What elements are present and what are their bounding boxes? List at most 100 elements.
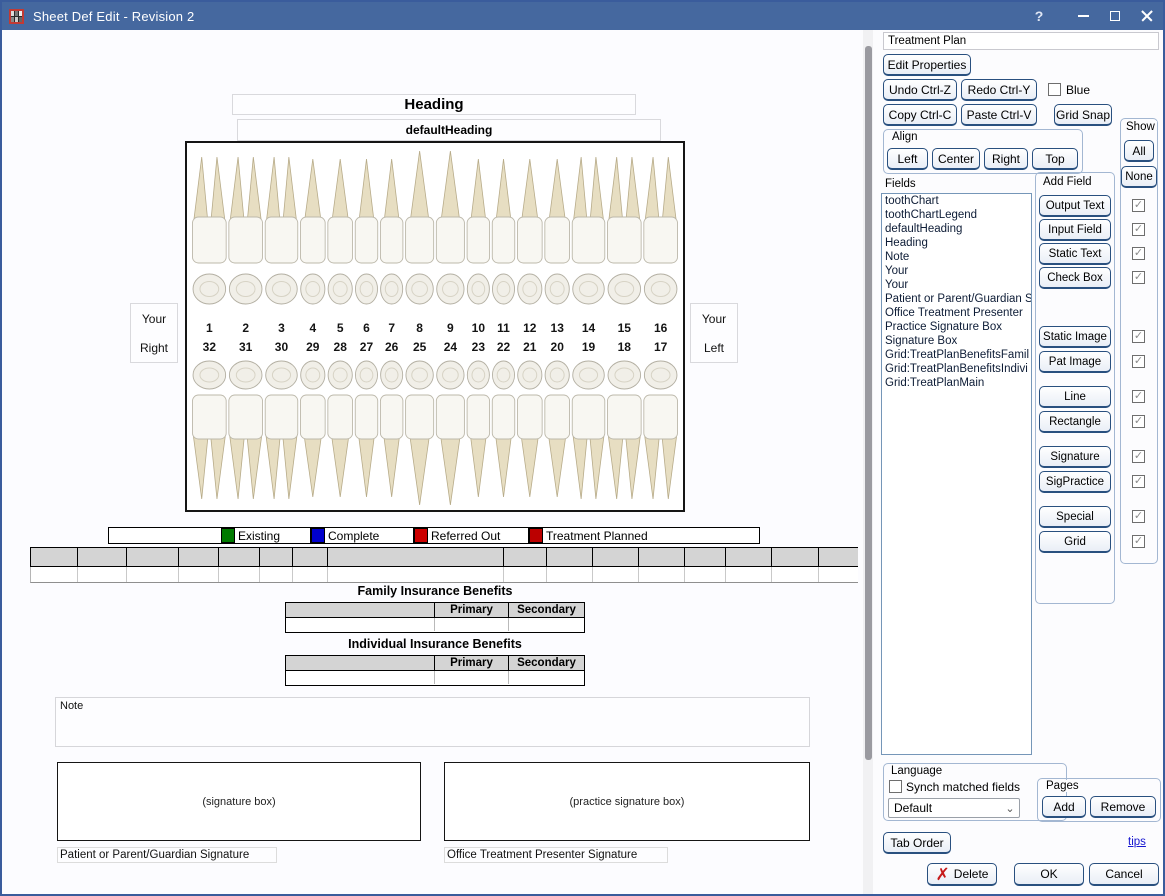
add-field-line-button[interactable]: Line bbox=[1039, 386, 1111, 408]
show-checkbox-rectangle[interactable]: ✓ bbox=[1132, 415, 1145, 428]
scrollbar-thumb[interactable] bbox=[865, 46, 872, 760]
fields-list-item[interactable]: Office Treatment Presenter bbox=[882, 306, 1031, 320]
show-all-button[interactable]: All bbox=[1124, 140, 1154, 162]
redo-button[interactable]: Redo Ctrl-Y bbox=[961, 79, 1037, 101]
family-benefits-title: Family Insurance Benefits bbox=[285, 584, 585, 600]
synch-matched-fields-checkbox[interactable] bbox=[889, 780, 902, 793]
delete-x-icon: ✗ bbox=[936, 866, 950, 883]
svg-text:24: 24 bbox=[444, 340, 458, 354]
add-field-grid-button[interactable]: Grid bbox=[1039, 531, 1111, 553]
vertical-scrollbar[interactable] bbox=[863, 30, 873, 894]
fields-list-item[interactable]: Patient or Parent/Guardian S bbox=[882, 292, 1031, 306]
main-grid-header-cell bbox=[819, 548, 858, 566]
pages-add-button[interactable]: Add bbox=[1042, 796, 1086, 818]
align-center-button[interactable]: Center bbox=[932, 148, 980, 170]
fields-listbox[interactable]: toothCharttoothChartLegenddefaultHeading… bbox=[881, 193, 1032, 755]
svg-text:15: 15 bbox=[618, 321, 632, 335]
show-checkbox-check-box[interactable]: ✓ bbox=[1132, 271, 1145, 284]
fields-list-item[interactable]: Signature Box bbox=[882, 334, 1031, 348]
add-field-signature-button[interactable]: Signature bbox=[1039, 446, 1111, 468]
ok-button[interactable]: OK bbox=[1014, 863, 1084, 886]
add-field-static-image-button[interactable]: Static Image bbox=[1039, 326, 1111, 348]
add-field-pat-image-button[interactable]: Pat Image bbox=[1039, 351, 1111, 373]
minimize-button[interactable] bbox=[1067, 2, 1099, 30]
show-checkbox-special[interactable]: ✓ bbox=[1132, 510, 1145, 523]
undo-button[interactable]: Undo Ctrl-Z bbox=[883, 79, 957, 101]
your-right-line1: Your bbox=[142, 312, 166, 326]
svg-text:32: 32 bbox=[203, 340, 217, 354]
fields-list-item[interactable]: Grid:TreatPlanBenefitsIndivi bbox=[882, 362, 1031, 376]
fields-list-item[interactable]: Practice Signature Box bbox=[882, 320, 1031, 334]
main-grid-header-cell bbox=[504, 548, 547, 566]
add-field-check-box-button[interactable]: Check Box bbox=[1039, 267, 1111, 289]
add-field-input-field-button[interactable]: Input Field bbox=[1039, 219, 1111, 241]
family-benefits-grid-field[interactable]: PrimarySecondary bbox=[285, 602, 585, 633]
main-grid-data-row bbox=[30, 567, 858, 583]
fields-list-item[interactable]: toothChart bbox=[882, 194, 1031, 208]
treatplan-main-grid-field[interactable] bbox=[30, 547, 858, 584]
add-field-sigpractice-button[interactable]: SigPractice bbox=[1039, 471, 1111, 493]
main-grid-cell bbox=[179, 567, 219, 582]
practice-signature-label-field[interactable]: Office Treatment Presenter Signature bbox=[444, 847, 668, 863]
fields-list-item[interactable]: Grid:TreatPlanBenefitsFamil bbox=[882, 348, 1031, 362]
show-checkbox-static-text[interactable]: ✓ bbox=[1132, 247, 1145, 260]
svg-text:4: 4 bbox=[309, 321, 316, 335]
add-field-output-text-button[interactable]: Output Text bbox=[1039, 195, 1111, 217]
show-checkbox-pat-image[interactable]: ✓ bbox=[1132, 355, 1145, 368]
close-icon bbox=[1141, 10, 1153, 22]
close-button[interactable] bbox=[1131, 2, 1163, 30]
fields-list-item[interactable]: Grid:TreatPlanMain bbox=[882, 376, 1031, 390]
your-right-field[interactable]: Your Right bbox=[130, 303, 178, 363]
show-checkbox-output-text[interactable]: ✓ bbox=[1132, 199, 1145, 212]
add-field-static-text-button[interactable]: Static Text bbox=[1039, 243, 1111, 265]
blue-checkbox[interactable] bbox=[1048, 83, 1061, 96]
tab-order-button[interactable]: Tab Order bbox=[883, 832, 951, 854]
align-left-button[interactable]: Left bbox=[887, 148, 928, 170]
svg-text:20: 20 bbox=[551, 340, 565, 354]
pages-remove-button[interactable]: Remove bbox=[1090, 796, 1156, 818]
cancel-button[interactable]: Cancel bbox=[1089, 863, 1159, 886]
svg-text:19: 19 bbox=[582, 340, 596, 354]
fields-list-item[interactable]: toothChartLegend bbox=[882, 208, 1031, 222]
signature-label-field[interactable]: Patient or Parent/Guardian Signature bbox=[57, 847, 277, 863]
your-left-field[interactable]: Your Left bbox=[690, 303, 738, 363]
show-checkbox-signature[interactable]: ✓ bbox=[1132, 450, 1145, 463]
delete-button[interactable]: ✗ Delete bbox=[927, 863, 997, 886]
show-checkbox-grid[interactable]: ✓ bbox=[1132, 535, 1145, 548]
show-checkbox-static-image[interactable]: ✓ bbox=[1132, 330, 1145, 343]
fields-list-item[interactable]: defaultHeading bbox=[882, 222, 1031, 236]
help-button[interactable]: ? bbox=[1023, 2, 1055, 30]
language-selected-value: Default bbox=[889, 801, 1001, 815]
paste-button[interactable]: Paste Ctrl-V bbox=[961, 104, 1037, 126]
copy-button[interactable]: Copy Ctrl-C bbox=[883, 104, 957, 126]
practice-signature-box-field[interactable]: (practice signature box) bbox=[444, 762, 810, 841]
maximize-button[interactable] bbox=[1099, 2, 1131, 30]
edit-properties-button[interactable]: Edit Properties bbox=[883, 54, 971, 76]
language-select[interactable]: Default ⌄ bbox=[888, 798, 1020, 818]
legend-color-swatch bbox=[221, 528, 235, 543]
fields-list-item[interactable]: Your bbox=[882, 278, 1031, 292]
signature-box-field[interactable]: (signature box) bbox=[57, 762, 421, 841]
show-none-button[interactable]: None bbox=[1121, 166, 1157, 188]
tips-link[interactable]: tips bbox=[1128, 836, 1146, 848]
show-checkbox-sigpractice[interactable]: ✓ bbox=[1132, 475, 1145, 488]
fields-list-item[interactable]: Note bbox=[882, 250, 1031, 264]
svg-text:26: 26 bbox=[385, 340, 399, 354]
add-field-rectangle-button[interactable]: Rectangle bbox=[1039, 411, 1111, 433]
individual-benefits-grid-field[interactable]: PrimarySecondary bbox=[285, 655, 585, 686]
align-right-button[interactable]: Right bbox=[984, 148, 1028, 170]
show-checkbox-line[interactable]: ✓ bbox=[1132, 390, 1145, 403]
benefits-header-cell bbox=[286, 603, 435, 617]
tooth-chart-field[interactable]: 1322313304295286277268259241023112212211… bbox=[185, 141, 685, 512]
align-top-button[interactable]: Top bbox=[1032, 148, 1078, 170]
note-field[interactable]: Note bbox=[55, 697, 810, 747]
add-field-special-button[interactable]: Special bbox=[1039, 506, 1111, 528]
fields-list-item[interactable]: Your bbox=[882, 264, 1031, 278]
show-checkbox-input-field[interactable]: ✓ bbox=[1132, 223, 1145, 236]
main-grid-header-cell bbox=[772, 548, 819, 566]
default-heading-field[interactable]: defaultHeading bbox=[237, 119, 661, 141]
heading-field[interactable]: Heading bbox=[232, 94, 636, 115]
grid-snap-button[interactable]: Grid Snap bbox=[1054, 104, 1112, 126]
tooth-chart-legend-field[interactable]: ExistingCompleteReferred OutTreatment Pl… bbox=[108, 527, 760, 544]
fields-list-item[interactable]: Heading bbox=[882, 236, 1031, 250]
